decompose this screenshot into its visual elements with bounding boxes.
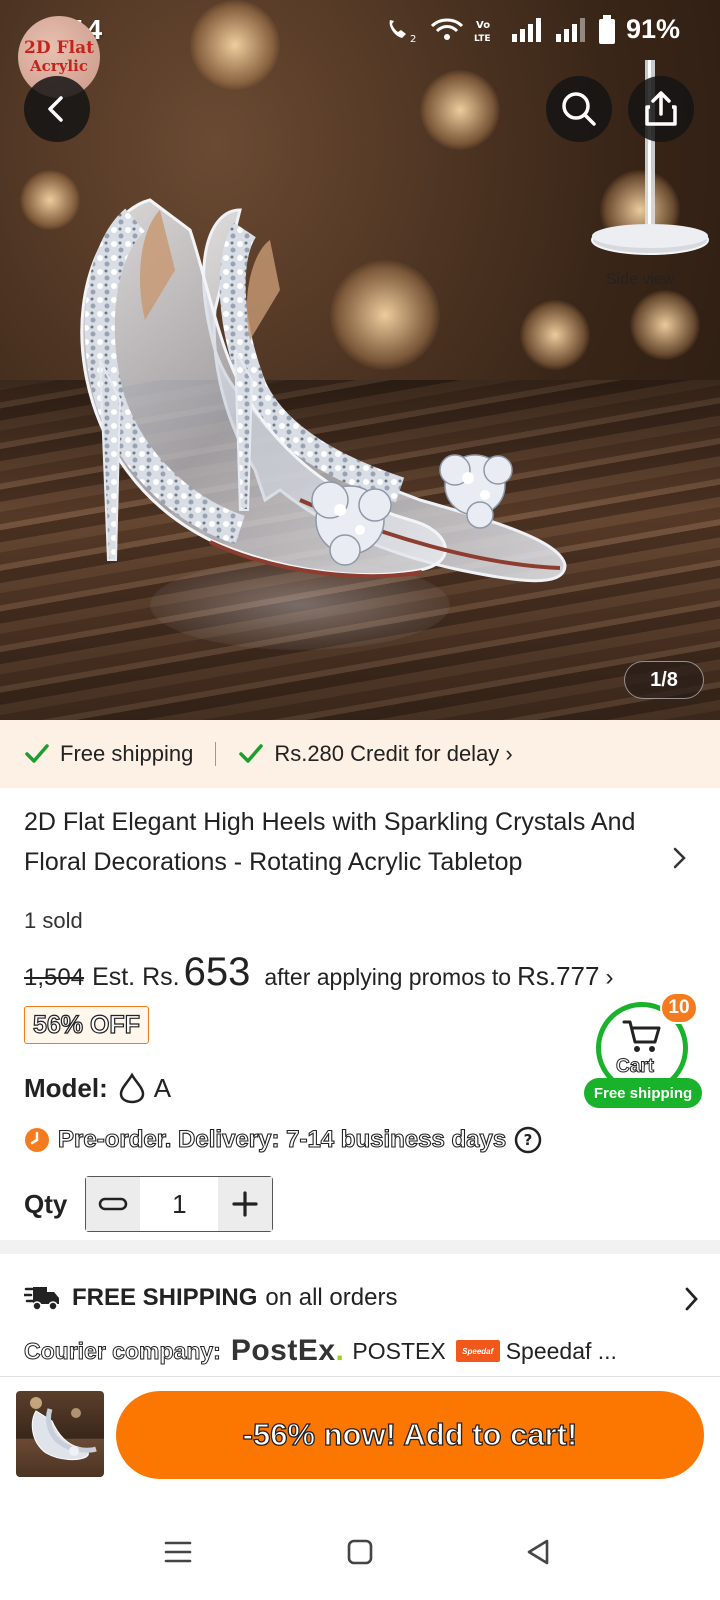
cart-icon [622,1020,661,1052]
original-price: 1,504 [24,964,85,991]
recents-button[interactable] [156,1530,200,1574]
model-selector[interactable]: Model: A [24,1072,171,1104]
back-button[interactable] [24,76,90,142]
model-value[interactable]: A [154,1073,171,1104]
quantity-row: Qty 1 [24,1176,274,1232]
title-fade [560,842,650,882]
increase-qty-button[interactable] [218,1177,273,1231]
share-button[interactable] [628,76,694,142]
floating-cart-button[interactable]: Cart 10 Free shipping [584,992,702,1110]
product-title[interactable]: 2D Flat Elegant High Heels with Sparklin… [24,802,644,882]
status-bar: 1:14 2 VoLTE 91% [0,0,720,62]
courier-row[interactable]: Courier company: PostEx. POSTEX Speedaf … [24,1334,617,1368]
courier-name-postex: POSTEX [352,1337,446,1364]
battery-icon [598,14,615,44]
qty-label: Qty [24,1188,68,1219]
wifi-call-icon: 2 [389,19,416,44]
search-icon [562,92,596,126]
promo-text[interactable]: after applying promos to [264,964,511,991]
model-label: Model: [24,1072,108,1103]
cart-free-shipping: Free shipping [584,1078,702,1108]
free-shipping-text: Free shipping [60,741,194,766]
product-image-gallery[interactable]: Side view 1:14 2 VoLTE 91% 2D Flat Acryl… [0,0,720,720]
discount-badge: 56% OFF [24,1006,149,1044]
preorder-text: Pre-order. Delivery: 7-14 business days [57,1125,507,1153]
svg-text:LTE: LTE [474,34,491,44]
postex-logo-text: PostEx [230,1334,336,1367]
svg-text:Vo: Vo [476,20,490,31]
brand-logo-line2: Acrylic [30,57,88,75]
shoe-thumbnail [30,1397,97,1461]
image-counter: 1/8 [624,661,704,699]
chevron-right-icon [685,1287,698,1311]
help-icon[interactable]: ? [514,1126,542,1154]
system-nav-bar [0,1500,720,1600]
shipping-banner[interactable]: Free shipping Rs.280 Credit for delay › [0,720,720,788]
signal-icon [511,17,541,42]
free-shipping-title: FREE SHIPPING [72,1284,258,1311]
postex-logo: PostEx. [230,1334,345,1367]
signal-2-icon [555,17,585,42]
est-label: Est. Rs. [92,963,180,991]
sale-price: 653 [183,950,251,994]
clock-icon [25,1128,49,1152]
courier-name-speedaf: Speedaf ... [505,1337,617,1364]
chevron-right-icon[interactable] [672,846,688,870]
bottom-action-bar: -56% now! Add to cart! [0,1376,720,1480]
qty-value[interactable]: 1 [140,1177,218,1231]
shoe-illustration [80,198,567,583]
svg-text:?: ? [524,1131,533,1149]
system-back-button[interactable] [516,1530,560,1574]
quantity-stepper[interactable]: 1 [85,1176,274,1232]
brand-logo-line1: 2D Flat [24,38,94,58]
back-triangle-icon [527,1539,549,1565]
product-thumbnail[interactable] [16,1391,104,1477]
sold-count: 1 sold [24,908,83,933]
promo-amount[interactable]: Rs.777 [517,961,599,992]
price-row: 1,504 Est. Rs. 653 after applying promos… [24,950,613,995]
check-icon [25,744,49,763]
check-icon [239,744,264,763]
svg-text:2: 2 [410,34,416,44]
add-to-cart-button[interactable]: -56% now! Add to cart! [116,1391,704,1479]
search-button[interactable] [546,76,612,142]
menu-icon [164,1541,192,1563]
bokeh-light [630,290,700,360]
share-icon [645,91,677,126]
truck-icon [24,1287,59,1311]
drop-icon [119,1072,145,1104]
minus-icon [99,1197,128,1211]
bokeh-light [420,70,500,150]
credit-delay-link[interactable]: Rs.280 Credit for delay [274,741,499,767]
home-square-icon [347,1539,373,1565]
cart-label: Cart [615,1056,655,1078]
free-shipping-row[interactable]: FREE SHIPPING on all orders [24,1284,700,1312]
side-view-label: Side view [606,271,675,288]
status-icons: 2 Vo LTE 91% [384,14,680,45]
battery-percent: 91% [625,14,680,44]
chevron-left-icon [48,96,63,122]
cart-count-badge: 10 [660,992,698,1024]
decrease-qty-button[interactable] [86,1177,141,1231]
preorder-notice[interactable]: Pre-order. Delivery: 7-14 business days … [24,1125,542,1154]
chevron-right-icon[interactable]: › [605,964,613,992]
chevron-right-icon: › [505,741,513,766]
plus-icon [232,1191,258,1217]
wifi-icon [430,18,464,40]
home-button[interactable] [338,1530,382,1574]
divider [215,742,217,766]
section-divider [0,1240,720,1254]
speedaf-logo: Speedaf [455,1340,500,1362]
free-shipping-subtitle: on all orders [265,1284,398,1311]
courier-label: Courier company: [24,1337,222,1364]
volte-icon: Vo LTE [474,20,491,44]
